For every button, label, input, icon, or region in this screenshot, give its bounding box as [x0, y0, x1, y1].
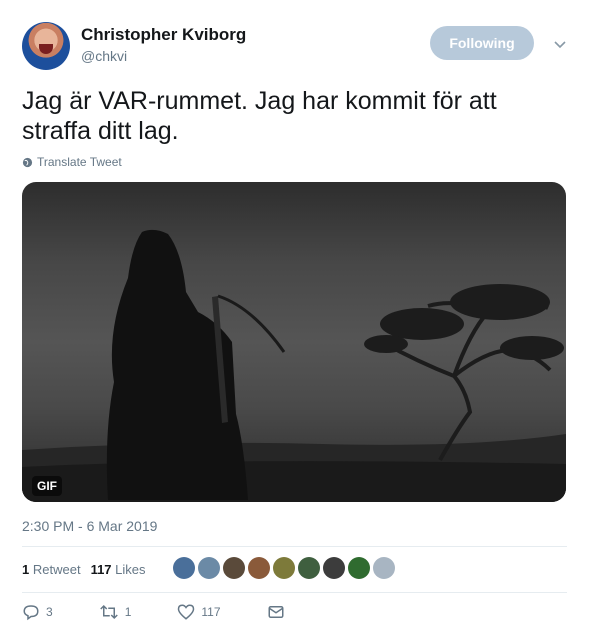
user-avatar[interactable] — [22, 22, 70, 70]
retweets-label: Retweet — [32, 562, 81, 577]
reply-icon — [23, 605, 39, 621]
liker-avatar[interactable] — [298, 557, 320, 579]
following-button[interactable]: Following — [430, 26, 534, 60]
retweet-button[interactable]: 1 — [99, 603, 132, 621]
likes-count: 117 — [90, 562, 112, 577]
user-name[interactable]: Christopher Kviborg — [81, 25, 246, 45]
liker-avatar[interactable] — [198, 557, 220, 579]
liker-avatar[interactable] — [373, 557, 395, 579]
direct-message-button[interactable] — [267, 603, 285, 621]
tweet-header: Christopher Kviborg @chkvi Following — [22, 22, 572, 72]
like-button[interactable]: 117 — [177, 603, 221, 621]
liker-avatar[interactable] — [348, 557, 370, 579]
divider-top — [22, 546, 567, 547]
translate-label: Translate Tweet — [37, 155, 122, 169]
likes-label: Likes — [115, 562, 146, 577]
retweet-count: 1 — [124, 605, 132, 619]
retweets-stat[interactable]: 1 Retweet — [22, 562, 81, 577]
liker-avatar[interactable] — [223, 557, 245, 579]
liker-avatar[interactable] — [248, 557, 270, 579]
globe-icon — [22, 157, 33, 167]
liker-avatars — [173, 557, 395, 579]
liker-avatar[interactable] — [173, 557, 195, 579]
reply-count: 3 — [46, 605, 53, 619]
gif-media[interactable]: GIF — [22, 182, 566, 502]
liker-avatar[interactable] — [323, 557, 345, 579]
retweet-icon — [99, 604, 118, 620]
user-handle[interactable]: @chkvi — [81, 48, 127, 64]
liker-avatar[interactable] — [273, 557, 295, 579]
envelope-icon — [268, 606, 284, 618]
retweets-count: 1 — [22, 562, 30, 577]
gif-badge: GIF — [32, 476, 62, 496]
translate-tweet-link[interactable]: Translate Tweet — [22, 155, 122, 169]
like-count: 117 — [201, 605, 221, 619]
gif-image — [22, 229, 566, 502]
tweet-timestamp[interactable]: 2:30 PM - 6 Mar 2019 — [22, 518, 157, 534]
likes-stat[interactable]: 117 Likes — [91, 562, 146, 577]
divider-bottom — [22, 592, 567, 593]
reply-button[interactable]: 3 — [22, 603, 53, 621]
heart-icon — [178, 604, 195, 620]
tweet-text: Jag är VAR-rummet. Jag har kommit för at… — [22, 87, 497, 145]
tweet-stats: 1 Retweet 117 Likes — [22, 562, 146, 577]
chevron-down-icon[interactable] — [552, 36, 568, 52]
tweet-actions: 3 1 117 — [22, 603, 331, 621]
